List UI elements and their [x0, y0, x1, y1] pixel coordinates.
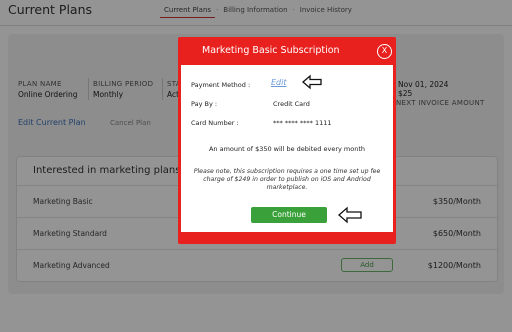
- continue-button[interactable]: Continue: [251, 207, 327, 223]
- card-number-value: *** **** **** 1111: [273, 119, 332, 127]
- modal-title: Marketing Basic Subscription: [202, 45, 340, 56]
- setup-fee-note: Please note, this subscription requires …: [193, 168, 381, 191]
- modal-body: Payment Method : Edit Pay By : Credit Ca…: [181, 65, 393, 232]
- pay-by-label: Pay By :: [191, 100, 218, 108]
- left-arrow-icon: [338, 206, 362, 224]
- left-arrow-icon: [302, 74, 322, 90]
- payment-method-label: Payment Method :: [191, 81, 251, 89]
- edit-payment-link[interactable]: Edit: [271, 78, 287, 87]
- modal-header: Marketing Basic Subscription X: [178, 37, 396, 65]
- subscription-modal: Marketing Basic Subscription X Payment M…: [178, 37, 396, 244]
- pay-by-value: Credit Card: [273, 100, 310, 108]
- debit-notice: An amount of $350 will be debited every …: [208, 145, 366, 153]
- card-number-label: Card Number :: [191, 119, 239, 127]
- close-icon[interactable]: X: [377, 44, 392, 59]
